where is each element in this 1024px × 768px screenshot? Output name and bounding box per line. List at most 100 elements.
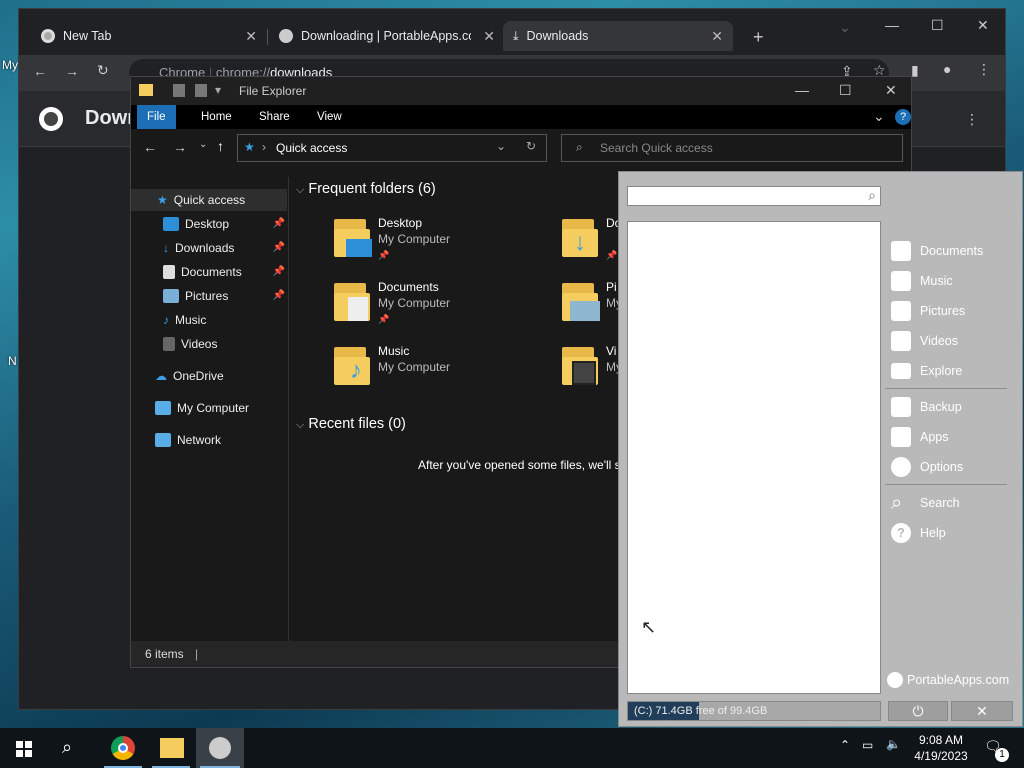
maximize-button[interactable]: ☐: [839, 82, 852, 99]
menu-apps[interactable]: Apps: [891, 424, 949, 450]
chevron-up-icon[interactable]: ⌃: [840, 738, 850, 752]
frequent-folders-header[interactable]: ⌵ Frequent folders (6): [296, 181, 436, 197]
recent-files-header[interactable]: ⌵ Recent files (0): [296, 416, 406, 432]
menu-options[interactable]: Options: [891, 454, 963, 480]
folder-tile-music[interactable]: Music My Computer: [378, 343, 450, 375]
windows-start-icon[interactable]: [16, 741, 32, 757]
menu-search[interactable]: ⌕ Search: [891, 490, 960, 516]
up-icon[interactable]: ↑: [217, 138, 224, 154]
reload-icon[interactable]: ↻: [97, 62, 109, 79]
back-icon[interactable]: ←: [143, 139, 157, 155]
close-icon[interactable]: ✕: [245, 28, 257, 45]
nav-my-computer[interactable]: My Computer: [155, 397, 285, 419]
folder-music-icon[interactable]: ♪: [332, 345, 372, 385]
menu-music[interactable]: Music: [891, 268, 953, 294]
recent-locations-icon[interactable]: ⌄: [199, 139, 207, 150]
portableapps-taskbar-button[interactable]: [196, 728, 244, 768]
chevron-down-icon[interactable]: ⌄: [839, 19, 851, 36]
minimize-button[interactable]: —: [795, 82, 809, 98]
folder-name: Documents: [378, 280, 439, 294]
power-button[interactable]: ⏻: [888, 701, 948, 721]
chrome-icon: [41, 29, 55, 43]
menu-documents[interactable]: Documents: [891, 238, 983, 264]
desktop-icon-label[interactable]: N: [8, 354, 17, 368]
ribbon-expand-icon[interactable]: ⌄: [873, 108, 885, 125]
chrome-icon[interactable]: [111, 736, 135, 760]
new-tab-button[interactable]: +: [753, 27, 764, 48]
menu-videos[interactable]: Videos: [891, 328, 958, 354]
nav-downloads[interactable]: ↓ Downloads 📌: [163, 237, 285, 259]
tab-view[interactable]: View: [307, 105, 352, 129]
close-menu-button[interactable]: ✕: [951, 701, 1013, 721]
close-window-button[interactable]: ✕: [885, 82, 897, 99]
folder-pictures-icon[interactable]: [560, 281, 600, 321]
folder-videos-icon[interactable]: [560, 345, 600, 385]
menu-explore[interactable]: Explore: [891, 358, 962, 384]
volume-icon[interactable]: 🔈: [886, 737, 901, 751]
forward-icon[interactable]: →: [65, 63, 79, 79]
search-icon[interactable]: ⌕: [62, 737, 72, 758]
address-dropdown-icon[interactable]: ⌄: [496, 139, 506, 153]
nav-quick-access[interactable]: ★ Quick access: [131, 189, 287, 211]
menu-pictures[interactable]: Pictures: [891, 298, 965, 324]
search-icon[interactable]: ⌕: [868, 187, 876, 204]
nav-desktop[interactable]: Desktop 📌: [163, 213, 285, 235]
desktop-icon-label[interactable]: My: [2, 58, 18, 72]
tab-home[interactable]: Home: [191, 105, 242, 129]
nav-label: Music: [175, 313, 207, 327]
sidepanel-icon[interactable]: ▮: [911, 62, 919, 79]
app-list[interactable]: [627, 221, 881, 694]
help-icon[interactable]: ?: [895, 109, 911, 125]
search-box[interactable]: ⌕ Search Quick access: [561, 134, 903, 162]
menu-icon[interactable]: ⋮: [977, 61, 991, 78]
refresh-icon[interactable]: ↻: [526, 139, 536, 153]
tab-new-tab[interactable]: New Tab ✕: [31, 21, 267, 51]
nav-onedrive[interactable]: ☁ OneDrive: [155, 365, 285, 387]
nav-network[interactable]: Network: [155, 429, 285, 451]
menu-help[interactable]: ? Help: [891, 520, 946, 546]
folder-downloads-icon[interactable]: ↓: [560, 217, 600, 257]
nav-videos[interactable]: Videos: [163, 333, 285, 355]
network-icon: [155, 433, 171, 447]
folder-tile-desktop[interactable]: Desktop My Computer 📌: [378, 215, 450, 263]
folder-desktop-icon[interactable]: [332, 217, 372, 257]
close-window-button[interactable]: ✕: [977, 17, 989, 34]
nav-music[interactable]: ♪ Music: [163, 309, 285, 331]
menu-backup[interactable]: Backup: [891, 394, 962, 420]
network-icon[interactable]: ▭: [862, 738, 873, 752]
clock[interactable]: 9:08 AM 4/19/2023: [906, 732, 976, 764]
file-explorer-icon[interactable]: [160, 738, 184, 758]
search-icon: ⌕: [891, 492, 903, 514]
folder-tile-documents[interactable]: Documents My Computer 📌: [378, 279, 450, 327]
profile-icon[interactable]: ●: [943, 61, 951, 77]
maximize-button[interactable]: ☐: [931, 17, 944, 34]
folder-documents-icon[interactable]: [332, 281, 372, 321]
menu-label: Help: [920, 526, 946, 540]
app-search-input[interactable]: ⌕: [627, 186, 881, 206]
computer-icon: [155, 401, 171, 415]
menu-label: Documents: [920, 244, 984, 258]
pictures-icon: [163, 289, 179, 303]
close-icon[interactable]: ✕: [483, 28, 495, 45]
nav-label: OneDrive: [173, 369, 224, 383]
back-icon[interactable]: ←: [33, 63, 47, 79]
forward-icon[interactable]: →: [173, 139, 187, 155]
nav-documents[interactable]: Documents 📌: [163, 261, 285, 283]
nav-pictures[interactable]: Pictures 📌: [163, 285, 285, 307]
download-icon: ⤓: [513, 28, 519, 43]
qat-dropdown-icon[interactable]: ▾: [215, 83, 221, 97]
explorer-titlebar: ▾ File Explorer — ☐ ✕: [131, 77, 911, 105]
section-title: Frequent folders (6): [308, 181, 436, 197]
close-icon[interactable]: ✕: [711, 28, 723, 45]
portableapps-brand[interactable]: PortableApps.com: [887, 672, 1009, 688]
minimize-button[interactable]: —: [885, 17, 899, 33]
qat-properties-icon[interactable]: [173, 84, 185, 97]
address-bar[interactable]: ★ › Quick access ⌄ ↻: [237, 134, 547, 162]
tab-downloading[interactable]: Downloading | PortableApps.com ✕: [269, 21, 505, 51]
folder-name: Desktop: [378, 216, 423, 230]
more-icon[interactable]: ⋮: [965, 111, 979, 128]
tab-file[interactable]: File: [137, 105, 176, 129]
tab-share[interactable]: Share: [249, 105, 300, 129]
tab-downloads[interactable]: ⤓ Downloads ✕: [503, 21, 733, 51]
qat-newfolder-icon[interactable]: [195, 84, 207, 97]
